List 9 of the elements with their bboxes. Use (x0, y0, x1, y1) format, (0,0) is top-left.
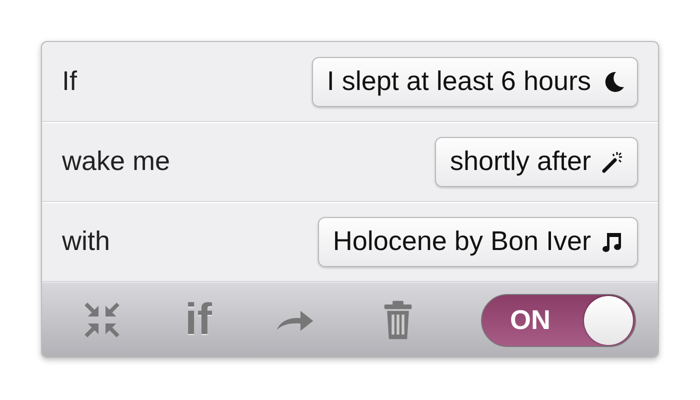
magic-wand-icon (601, 150, 625, 174)
rule-label: wake me (62, 146, 170, 177)
rule-label: with (62, 226, 110, 257)
collapse-icon[interactable] (82, 300, 122, 340)
rule-button[interactable]: shortly after (434, 136, 638, 186)
rule-button[interactable]: Holocene by Bon Iver (318, 216, 638, 266)
rule-button[interactable]: I slept at least 6 hours (312, 56, 638, 106)
toggle-switch[interactable]: ON (480, 294, 636, 346)
rule-label: If (62, 66, 78, 97)
